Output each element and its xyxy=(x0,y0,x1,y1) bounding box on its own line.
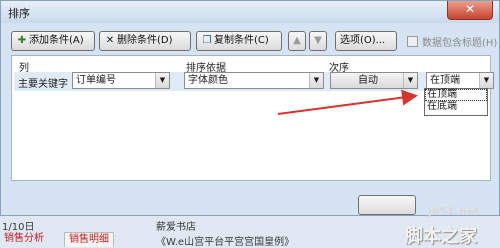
annotation-arrow xyxy=(277,89,418,115)
watermark-url: jb51.net xyxy=(428,205,480,218)
watermark-logo-text: 脚本之家 xyxy=(405,226,477,247)
